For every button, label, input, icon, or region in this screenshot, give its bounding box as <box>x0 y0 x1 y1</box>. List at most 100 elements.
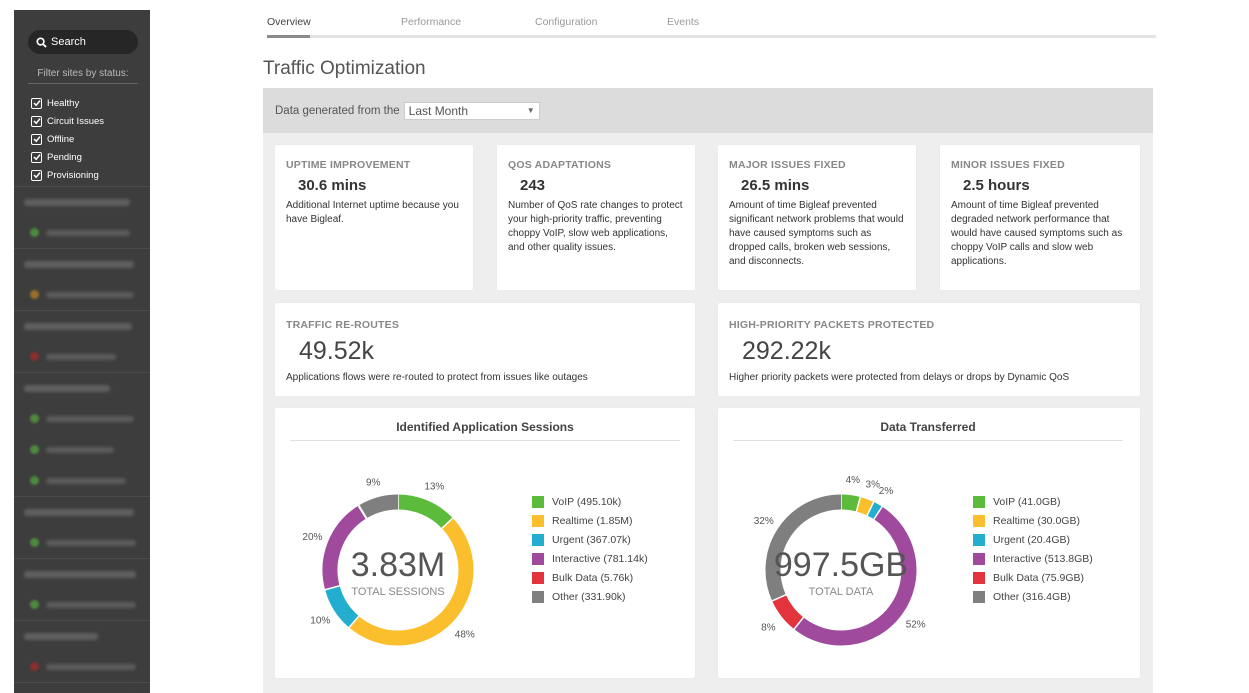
card-value: 2.5 hours <box>963 177 1030 194</box>
page-title: Traffic Optimization <box>263 58 426 79</box>
active-tab-indicator <box>267 35 310 38</box>
site-group-header[interactable] <box>14 310 150 341</box>
filter-healthy[interactable]: Healthy <box>31 94 104 112</box>
traffic-reroutes-card: TRAFFIC RE-ROUTES 49.52k Applications fl… <box>275 303 695 396</box>
card-title: QOS ADAPTATIONS <box>508 159 612 171</box>
site-group-header[interactable] <box>14 682 150 693</box>
page: Search Filter sites by status: Healthy C… <box>0 0 1249 693</box>
legend-swatch <box>532 495 544 508</box>
site-item[interactable] <box>14 341 150 372</box>
site-item[interactable] <box>14 465 150 496</box>
site-item[interactable] <box>14 589 150 620</box>
card-description: Applications flows were re-routed to pro… <box>286 372 588 383</box>
legend-swatch <box>973 495 985 508</box>
site-group-header[interactable] <box>14 620 150 651</box>
application-sessions-chart-card: Identified Application Sessions 13% 48% 10… <box>275 408 695 678</box>
donut-slice-other[interactable] <box>358 494 399 519</box>
tab-configuration[interactable]: Configuration <box>535 16 597 28</box>
filter-provisioning[interactable]: Provisioning <box>31 166 104 184</box>
slice-percent-label: 20% <box>302 532 322 543</box>
card-description: Additional Internet uptime because you h… <box>286 200 459 225</box>
legend-item: Urgent (367.07k) <box>532 530 648 549</box>
legend-swatch <box>973 571 985 584</box>
site-list <box>14 186 150 693</box>
slice-percent-label: 4% <box>846 475 861 486</box>
date-range-select[interactable]: Last Month ▼ <box>403 101 540 120</box>
chart-legend: VoIP (495.10k) Realtime (1.85M) Urgent (… <box>532 492 648 606</box>
legend-item: Interactive (781.14k) <box>532 549 648 568</box>
slice-percent-label: 13% <box>424 481 444 492</box>
donut-center-label: TOTAL DATA <box>809 586 874 598</box>
site-item[interactable] <box>14 434 150 465</box>
uptime-improvement-card: UPTIME IMPROVEMENT 30.6 mins Additional … <box>275 145 473 290</box>
checkbox-checked-icon[interactable] <box>31 151 42 163</box>
legend-item: Bulk Data (75.9GB) <box>973 568 1093 587</box>
legend-item: VoIP (495.10k) <box>532 492 648 511</box>
site-item[interactable] <box>14 279 150 310</box>
card-title: HIGH-PRIORITY PACKETS PROTECTED <box>729 319 935 331</box>
legend-label: Interactive (781.14k) <box>552 552 648 565</box>
filter-circuit-issues[interactable]: Circuit Issues <box>31 112 104 130</box>
search-input[interactable]: Search <box>28 30 138 54</box>
donut-slice-voip[interactable] <box>397 494 453 529</box>
filter-pending[interactable]: Pending <box>31 148 104 166</box>
donut-center-value: 3.83M <box>351 546 446 584</box>
legend-item: VoIP (41.0GB) <box>973 492 1093 511</box>
legend-swatch <box>532 571 544 584</box>
card-description: Amount of time Bigleaf prevented degrade… <box>951 200 1123 267</box>
slice-percent-label: 48% <box>455 629 475 640</box>
filter-offline[interactable]: Offline <box>31 130 104 148</box>
checkbox-checked-icon[interactable] <box>31 169 42 181</box>
site-group-header[interactable] <box>14 558 150 589</box>
legend-item: Bulk Data (5.76k) <box>532 568 648 587</box>
legend-swatch <box>973 552 985 565</box>
sidebar: Search Filter sites by status: Healthy C… <box>14 10 150 693</box>
qos-adaptations-card: QOS ADAPTATIONS 243 Number of QoS rate c… <box>497 145 695 290</box>
status-dot-icon <box>30 476 39 485</box>
site-item[interactable] <box>14 527 150 558</box>
site-item[interactable] <box>14 217 150 248</box>
filter-label-text: Provisioning <box>47 169 99 181</box>
checkbox-checked-icon[interactable] <box>31 97 42 109</box>
legend-item: Other (316.4GB) <box>973 587 1093 606</box>
tab-performance[interactable]: Performance <box>401 16 461 28</box>
card-value: 243 <box>520 177 546 194</box>
date-range-value: Last Month <box>408 103 469 118</box>
checkbox-checked-icon[interactable] <box>31 115 42 127</box>
legend-label: Interactive (513.8GB) <box>993 552 1093 565</box>
card-description: Amount of time Bigleaf prevented signifi… <box>729 200 904 267</box>
donut-slice-bulk-data[interactable] <box>772 594 804 630</box>
tab-events[interactable]: Events <box>667 16 699 28</box>
site-group-header[interactable] <box>14 372 150 403</box>
site-item[interactable] <box>14 651 150 682</box>
slice-percent-label: 2% <box>879 486 894 497</box>
donut-slice-urgent[interactable] <box>867 501 883 520</box>
status-dot-icon <box>30 662 39 671</box>
legend-label: Other (331.90k) <box>552 590 626 603</box>
legend-label: Urgent (20.4GB) <box>993 533 1071 546</box>
legend-item: Realtime (1.85M) <box>532 511 648 530</box>
donut-slice-voip[interactable] <box>840 494 861 512</box>
legend-label: Urgent (367.07k) <box>552 533 631 546</box>
site-group-header[interactable] <box>14 248 150 279</box>
chart-legend: VoIP (41.0GB) Realtime (30.0GB) Urgent (… <box>973 492 1093 606</box>
search-placeholder: Search <box>51 36 86 48</box>
site-group-header[interactable] <box>14 496 150 527</box>
minor-issues-fixed-card: MINOR ISSUES FIXED 2.5 hours Amount of t… <box>940 145 1140 290</box>
report-panel: Data generated from the Last Month ▼ UPT… <box>263 88 1153 693</box>
legend-label: Realtime (30.0GB) <box>993 514 1080 527</box>
site-group-header[interactable] <box>14 186 150 217</box>
donut-slice-realtime[interactable] <box>856 497 874 516</box>
legend-label: Realtime (1.85M) <box>552 514 633 527</box>
high-priority-packets-card: HIGH-PRIORITY PACKETS PROTECTED 292.22k … <box>718 303 1140 396</box>
checkbox-checked-icon[interactable] <box>31 133 42 145</box>
legend-label: VoIP (495.10k) <box>552 495 622 508</box>
filter-label-text: Pending <box>47 151 82 163</box>
slice-percent-label: 52% <box>906 620 926 631</box>
date-range-label: Data generated from the <box>275 104 400 117</box>
slice-percent-label: 8% <box>761 622 776 633</box>
site-item[interactable] <box>14 403 150 434</box>
status-dot-icon <box>30 228 39 237</box>
card-title: MAJOR ISSUES FIXED <box>729 159 846 171</box>
tab-overview[interactable]: Overview <box>267 16 311 28</box>
